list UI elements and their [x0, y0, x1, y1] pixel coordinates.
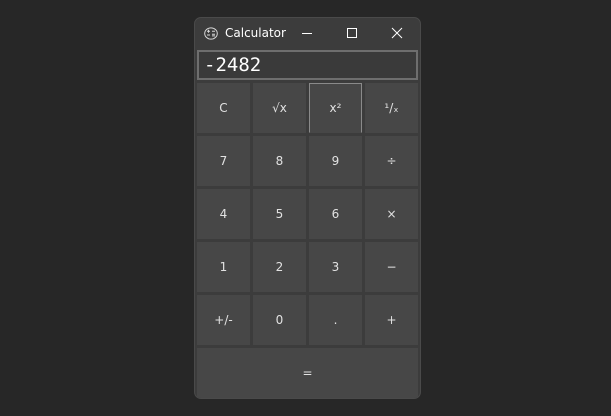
digit-5-button[interactable]: 5: [253, 189, 306, 239]
digit-8-button[interactable]: 8: [253, 136, 306, 186]
title-bar[interactable]: Calculator: [195, 18, 420, 49]
digit-0-button[interactable]: 0: [253, 295, 306, 345]
close-button[interactable]: [374, 18, 419, 49]
multiply-button[interactable]: ×: [365, 189, 418, 239]
reciprocal-button[interactable]: ¹/ₓ: [365, 83, 418, 133]
digit-4-button[interactable]: 4: [197, 189, 250, 239]
calculator-window: Calculator -2482 C √x x² ¹/ₓ 7 8 9 ÷ 4 5…: [194, 17, 421, 399]
negate-button[interactable]: +/-: [197, 295, 250, 345]
digit-1-button[interactable]: 1: [197, 242, 250, 292]
maximize-button[interactable]: [329, 18, 374, 49]
maximize-icon: [346, 24, 358, 43]
clear-button[interactable]: C: [197, 83, 250, 133]
keypad: C √x x² ¹/ₓ 7 8 9 ÷ 4 5 6 × 1 2 3 − +/- …: [196, 82, 419, 398]
equals-button[interactable]: =: [197, 348, 418, 398]
digit-3-button[interactable]: 3: [309, 242, 362, 292]
window-title: Calculator: [225, 26, 286, 40]
add-button[interactable]: +: [365, 295, 418, 345]
calculator-icon: [203, 25, 219, 41]
digit-6-button[interactable]: 6: [309, 189, 362, 239]
digit-9-button[interactable]: 9: [309, 136, 362, 186]
divide-button[interactable]: ÷: [365, 136, 418, 186]
decimal-button[interactable]: .: [309, 295, 362, 345]
square-root-button[interactable]: √x: [253, 83, 306, 133]
close-icon: [391, 24, 403, 43]
minimize-button[interactable]: [284, 18, 329, 49]
digit-2-button[interactable]: 2: [253, 242, 306, 292]
square-button[interactable]: x²: [309, 83, 362, 133]
minimize-icon: [301, 24, 313, 43]
result-display[interactable]: -2482: [197, 50, 418, 80]
digit-7-button[interactable]: 7: [197, 136, 250, 186]
subtract-button[interactable]: −: [365, 242, 418, 292]
